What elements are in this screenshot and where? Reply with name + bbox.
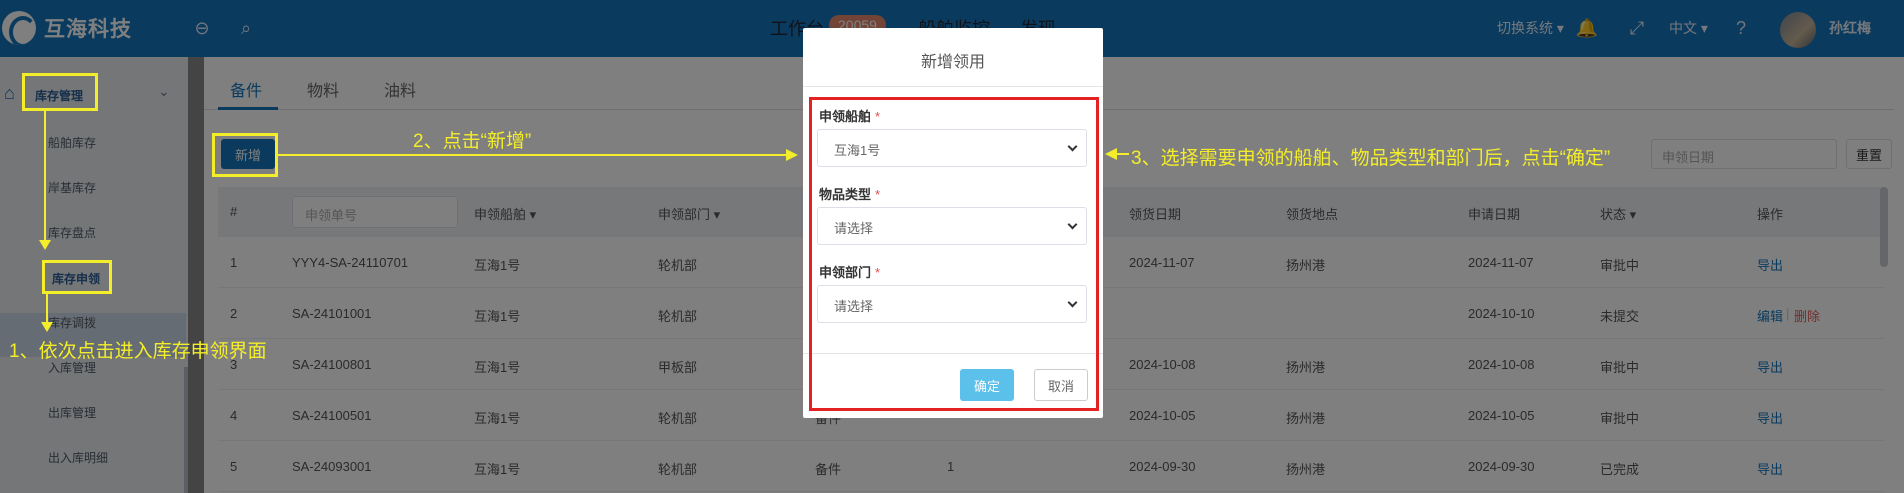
form-highlight-box [809,97,1099,411]
arrow-line-2 [278,154,788,156]
annotation-step1: 1、依次点击进入库存申领界面 [9,341,267,362]
arrow-right-icon [786,149,798,161]
modal-title: 新增领用 [920,54,985,71]
highlight-new-button [212,133,278,177]
arrow-line-1 [44,111,46,242]
annotation-step2: 2、点击“新增” [413,131,532,152]
annotation-step3: 3、选择需要申领的船舶、物品类型和部门后，点击“确定” [1131,148,1611,169]
new-request-modal: 新增领用 申领船舶 * 互海1号 物品类型 * 请选择 申领部门 * 请选择 确定 取… [803,28,1103,418]
modal-header-divider [803,86,1103,87]
arrow-down-icon [39,240,51,250]
arrow-line-3 [1115,153,1129,155]
highlight-stock-request [42,260,112,294]
arrow-line-1b [46,294,48,324]
highlight-inventory-menu [22,73,98,111]
arrow-down-icon [41,322,53,332]
